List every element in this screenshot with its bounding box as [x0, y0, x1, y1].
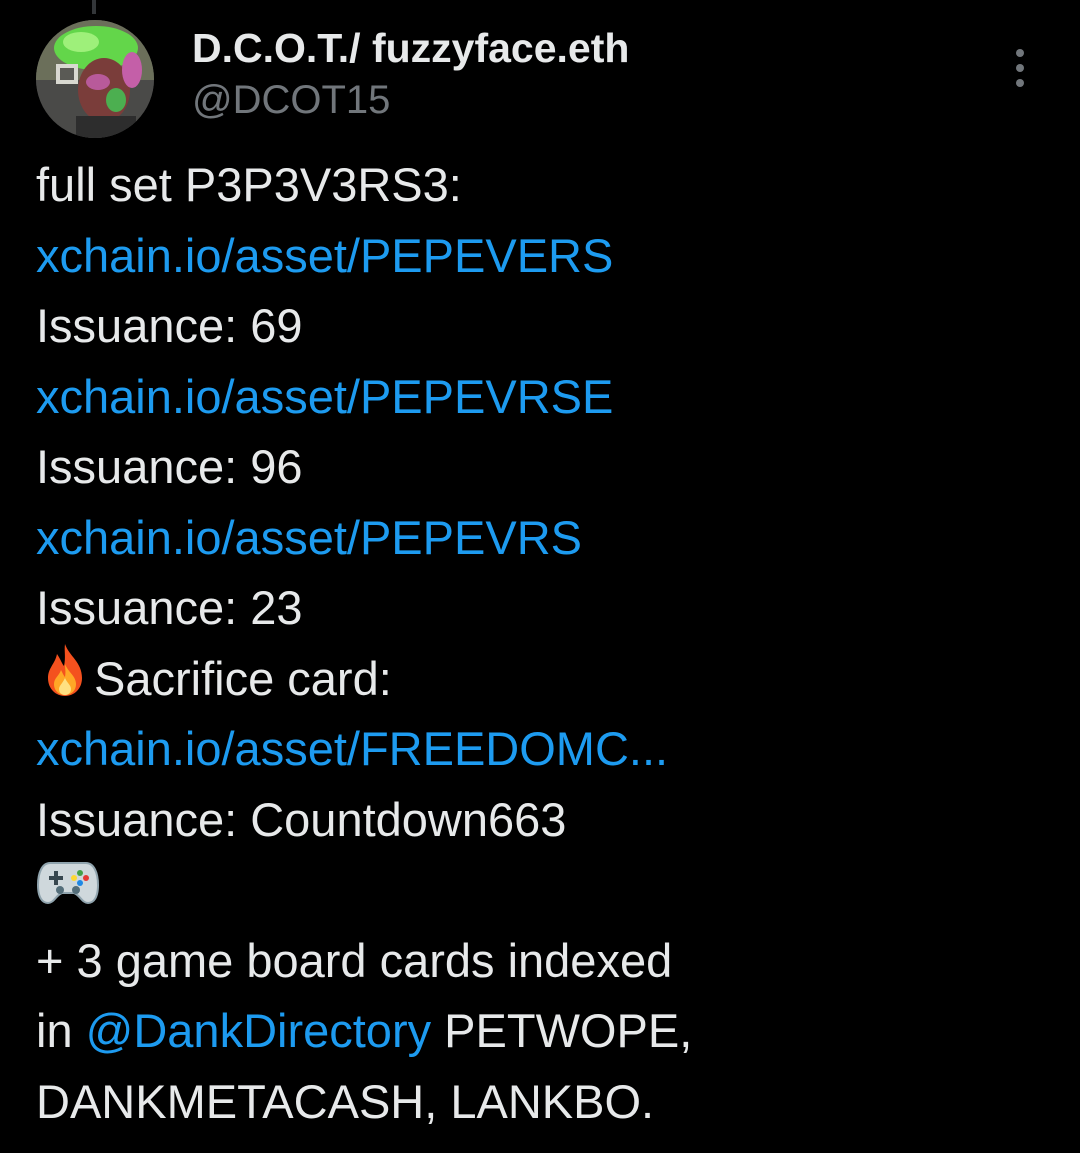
tweet-author[interactable]: D.C.O.T./ fuzzyface.eth @DCOT15	[192, 24, 629, 128]
asset-link-pepevers[interactable]: xchain.io/asset/PEPEVERS	[36, 221, 613, 292]
tweet-text: full set P3P3V3RS3: xchain.io/asset/PEPE…	[36, 150, 1056, 1137]
author-handle[interactable]: @DCOT15	[192, 72, 629, 128]
petwope-text: PETWOPE,	[431, 1004, 693, 1057]
sacrifice-card-text: Sacrifice card:	[94, 651, 392, 705]
issuance-text: Issuance: 23	[36, 581, 303, 634]
avatar[interactable]	[36, 20, 154, 138]
more-options-button[interactable]	[1000, 44, 1040, 92]
asset-link-pepevrs[interactable]: xchain.io/asset/PEPEVRS	[36, 503, 582, 574]
avatar-image	[36, 20, 154, 138]
issuance-text: Issuance: Countdown663	[36, 792, 567, 846]
tweet-line: full set P3P3V3RS3:	[36, 150, 1056, 221]
full-set-text: full set P3P3V3RS3:	[36, 158, 462, 211]
in-text: in	[36, 1004, 86, 1057]
mention-dankdirectory[interactable]: @DankDirectory	[86, 996, 431, 1067]
thread-connector-line	[92, 0, 96, 14]
issuance-text: Issuance: 69	[36, 299, 303, 352]
video-game-icon	[36, 855, 100, 927]
asset-list-text: DANKMETACASH, LANKBO.	[36, 1074, 655, 1128]
issuance-text: Issuance: 96	[36, 440, 303, 493]
more-dot-icon	[1016, 64, 1024, 72]
game-board-cards-text: + 3 game board cards indexed	[36, 933, 673, 987]
more-dot-icon	[1016, 49, 1024, 57]
more-dot-icon	[1016, 79, 1024, 87]
fire-icon	[36, 640, 94, 718]
asset-link-freedomc[interactable]: xchain.io/asset/FREEDOMC...	[36, 714, 668, 785]
author-display-name[interactable]: D.C.O.T./ fuzzyface.eth	[192, 24, 629, 72]
asset-link-pepevrse[interactable]: xchain.io/asset/PEPEVRSE	[36, 362, 613, 433]
